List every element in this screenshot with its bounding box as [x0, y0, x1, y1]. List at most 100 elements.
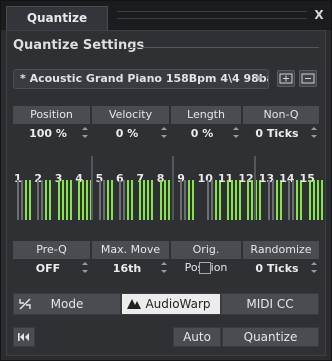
- max-move-header: Max. Move: [92, 241, 169, 259]
- grid-tick: [21, 180, 23, 220]
- grid-tick: [110, 180, 113, 220]
- grid-tick: [279, 180, 282, 220]
- velocity-value[interactable]: 0 %: [92, 125, 162, 143]
- grid-tick: [143, 180, 146, 220]
- grid-tick: [41, 180, 44, 220]
- non-q-stepper-icon[interactable]: [310, 125, 318, 141]
- max-move-value[interactable]: 16th: [92, 260, 162, 278]
- grid-tick: [147, 180, 150, 220]
- audiowarp-icon: [127, 299, 141, 309]
- grid-tick: [69, 180, 72, 220]
- mode-icon: [19, 298, 31, 310]
- length-stepper-icon[interactable]: [232, 125, 240, 141]
- position-stepper-icon[interactable]: [81, 125, 89, 141]
- close-button[interactable]: X: [311, 6, 327, 24]
- grid-bar-line: [253, 156, 256, 220]
- grid-tick: [82, 180, 85, 220]
- grid-tick: [271, 180, 274, 220]
- pre-q-stepper-icon[interactable]: [81, 260, 89, 276]
- pre-q-value[interactable]: OFF: [13, 260, 83, 278]
- grid-tick: [235, 180, 237, 220]
- grid-tick: [320, 180, 323, 220]
- remove-preset-icon: [301, 73, 315, 84]
- grid-tick: [206, 180, 209, 220]
- grid-tick: [102, 180, 105, 220]
- preset-dropdown[interactable]: * Acoustic Grand Piano 158Bpm 4\4 98bars: [13, 69, 269, 89]
- tab-mode[interactable]: Mode: [13, 293, 121, 315]
- pre-q-header: Pre-Q: [13, 241, 90, 259]
- store-preset-button[interactable]: [277, 70, 295, 87]
- grid-tick: [296, 180, 299, 220]
- grid-tick: [214, 180, 217, 220]
- grid-tick: [119, 180, 121, 220]
- grid-tick: [49, 180, 52, 220]
- title-drag-grip[interactable]: [117, 11, 307, 19]
- tab-mode-label: Mode: [50, 297, 84, 311]
- grid-tick: [65, 180, 68, 220]
- max-move-stepper-icon[interactable]: [160, 260, 168, 276]
- randomize-header: Randomize: [243, 241, 319, 259]
- non-q-value[interactable]: 0 Ticks: [243, 125, 311, 143]
- grid-tick: [61, 180, 64, 220]
- randomize-value[interactable]: 0 Ticks: [243, 260, 311, 278]
- grid-tick: [231, 180, 233, 220]
- remove-preset-button[interactable]: [299, 70, 317, 87]
- preset-value: * Acoustic Grand Piano 158Bpm 4\4 98bars: [20, 72, 269, 85]
- grid-tick: [247, 180, 250, 220]
- grid-tick: [167, 180, 170, 220]
- velocity-header: Velocity: [92, 106, 169, 124]
- grid-tick: [300, 180, 303, 220]
- auto-button[interactable]: Auto: [173, 327, 221, 347]
- reset-quantize-button[interactable]: [13, 327, 35, 347]
- grid-tick: [239, 180, 241, 220]
- grid-tick: [127, 180, 129, 220]
- grid-tick: [45, 180, 48, 220]
- quantize-panel: Quantize Panel X Quantize Settings * Aco…: [0, 0, 332, 361]
- grid-tick: [78, 180, 81, 220]
- grid-tick: [151, 180, 154, 220]
- grid-tick: [29, 180, 31, 220]
- grid-bar-line: [172, 156, 175, 220]
- position-header: Position: [13, 106, 90, 124]
- velocity-stepper-icon[interactable]: [160, 125, 168, 141]
- skip-back-icon: [18, 333, 29, 341]
- grid-tick: [227, 180, 229, 220]
- store-preset-icon: [279, 73, 293, 84]
- grid-tick: [131, 180, 133, 220]
- tab-audiowarp-label: AudioWarp: [145, 297, 211, 311]
- window-title-tab[interactable]: Quantize Panel: [6, 6, 108, 47]
- tab-audiowarp[interactable]: AudioWarp: [121, 293, 221, 315]
- grid-tick: [312, 180, 315, 220]
- mode-tabs: Mode AudioWarp MIDI CC: [13, 293, 319, 315]
- section-title: Quantize Settings: [13, 38, 145, 53]
- grid-tick: [25, 180, 27, 220]
- randomize-stepper-icon[interactable]: [310, 260, 318, 276]
- length-value[interactable]: 0 %: [171, 125, 233, 143]
- grid-tick: [98, 180, 101, 220]
- grid-tick: [139, 180, 142, 220]
- grid-tick: [292, 180, 295, 220]
- grid-tick: [123, 180, 125, 220]
- grid-tick: [184, 180, 187, 220]
- chevron-down-icon: [255, 76, 263, 81]
- grid-tick: [188, 180, 191, 220]
- grid-tick: [106, 180, 109, 220]
- quantize-button[interactable]: Quantize: [222, 327, 319, 347]
- grid-tick: [192, 180, 195, 220]
- grid-bar-line: [90, 156, 93, 220]
- grid-tick: [288, 180, 291, 220]
- grid-tick: [17, 180, 19, 220]
- grid-tick: [86, 180, 89, 220]
- section-divider: [129, 47, 319, 48]
- grid-tick: [275, 180, 278, 220]
- position-value[interactable]: 100 %: [13, 125, 83, 143]
- orig-position-checkbox[interactable]: [199, 262, 211, 274]
- title-bar: Quantize Panel X: [1, 1, 331, 47]
- quantize-grid[interactable]: 1 2 3 4 5 6 7 8 9 10 11 12 13 14 15: [13, 156, 323, 220]
- grid-tick: [163, 180, 166, 220]
- grid-tick: [259, 180, 262, 220]
- grid-tick: [316, 180, 319, 220]
- tab-midi-cc[interactable]: MIDI CC: [221, 293, 319, 315]
- grid-tick: [159, 180, 162, 220]
- grid-tick: [210, 180, 213, 220]
